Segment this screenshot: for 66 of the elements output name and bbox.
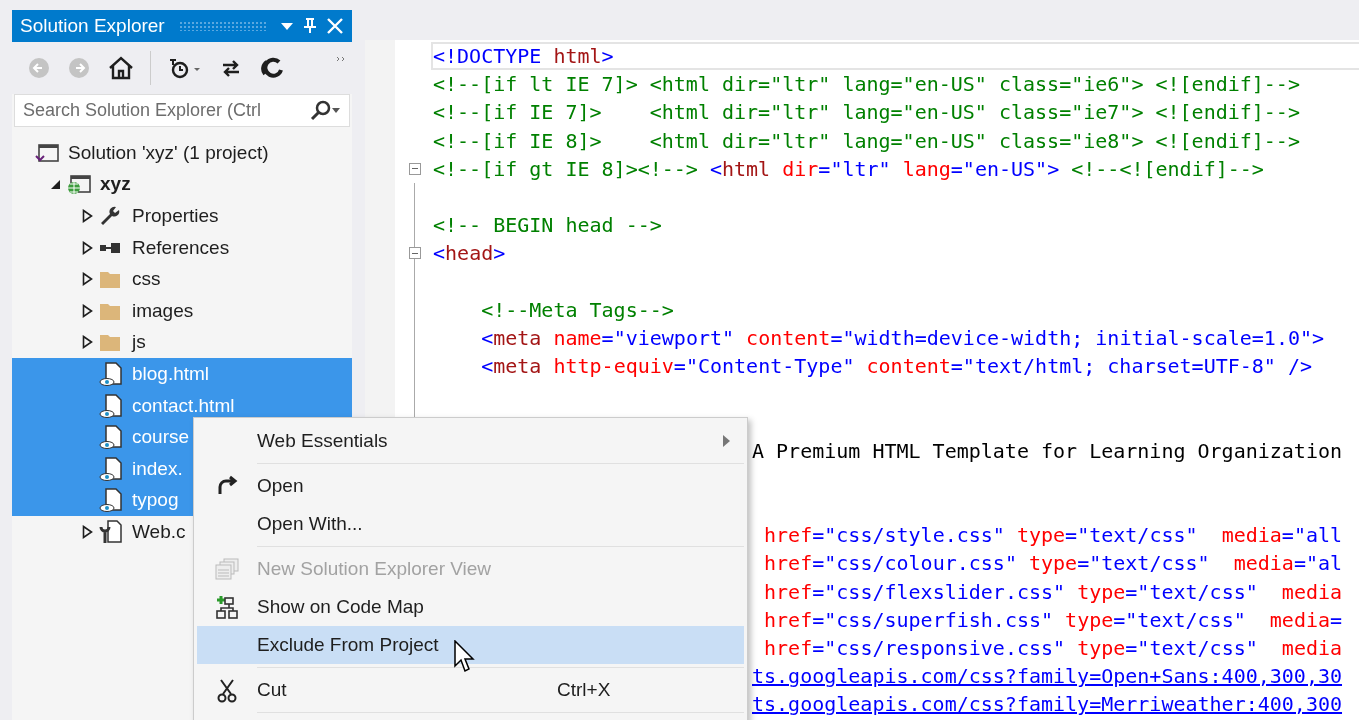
expanded-arrow-icon [49, 178, 61, 190]
code-map-icon [215, 595, 239, 619]
home-icon [108, 56, 134, 80]
tree-item[interactable]: xyz [12, 168, 352, 201]
code-line: <!--[if lt IE 7]> <html dir="ltr" lang="en-US" class="ie6"> <![endif]--> [433, 72, 1300, 97]
tree-item[interactable]: References [12, 231, 352, 264]
code-line: <!--[if gt IE 8]><!--> <html dir="ltr" lang="en-US"> <!--<![endif]--> [433, 156, 1264, 181]
collapse-toggle[interactable] [409, 162, 421, 175]
web-project-icon [66, 173, 92, 196]
menu-item[interactable]: Cut Ctrl+X [197, 671, 744, 709]
scissors-icon [215, 677, 239, 703]
drag-grip[interactable] [178, 21, 266, 31]
html-file-icon [98, 487, 124, 514]
dropdown-icon [331, 106, 343, 115]
menu-item[interactable]: Show on Code Map [197, 588, 744, 626]
code-line: <head> [433, 241, 506, 266]
config-file-icon [98, 518, 124, 545]
close-icon [326, 17, 344, 35]
tree-item[interactable]: images [12, 294, 352, 327]
shortcut-text: Ctrl+X [557, 679, 612, 701]
html-file-icon [98, 424, 124, 451]
windows-icon [215, 557, 239, 581]
code-line: <meta name="viewport" content="width=device-width; initial-scale=1.0"> [480, 325, 1325, 350]
code-line: ts.googleapis.com/css?family=Merriweather:400,300 [752, 692, 1342, 717]
code-line: <!-- BEGIN head --> [433, 213, 662, 238]
dropdown-icon [280, 20, 294, 32]
menu-item[interactable]: Exclude From Project [197, 626, 744, 664]
code-line: href="css/superfish.css" type="text/css" media= [763, 607, 1343, 632]
collapsed-arrow-icon [81, 209, 93, 223]
collapsed-arrow-icon [81, 240, 93, 255]
code-line: <!--Meta Tags--> [480, 297, 674, 322]
code-line: href="css/style.css" type="text/css" media="all [763, 523, 1343, 548]
item-label: xyz [100, 173, 131, 196]
collapsed-arrow-icon [81, 272, 93, 287]
html-file-icon [98, 360, 124, 387]
code-line: <!--[if IE 8]> <html dir="ltr" lang="en-US" class="ie8"> <![endif]--> [433, 128, 1300, 153]
tree-item[interactable]: js [12, 326, 352, 359]
search-icon [309, 99, 331, 122]
tree-item[interactable]: Properties [12, 200, 352, 232]
collapse-toggle[interactable] [409, 247, 421, 260]
history-icon [167, 56, 201, 80]
tree-item[interactable]: Solution 'xyz' (1 project) [12, 137, 352, 169]
overflow-icon [336, 56, 346, 62]
collapsed-arrow-icon [81, 524, 93, 539]
tree-item[interactable]: css [12, 263, 352, 295]
solution-icon [34, 141, 60, 164]
collapsed-arrow-icon [81, 303, 93, 318]
refresh-icon [261, 56, 285, 80]
code-line: href="css/flexslider.css" type="text/css" media [763, 579, 1343, 604]
search-field[interactable]: Search Solution Explorer (Ctrl [14, 94, 350, 127]
code-line: <meta http-equiv="Content-Type" content="text/html; charset=UTF-8" /> [480, 354, 1313, 379]
collapsed-arrow-icon [81, 335, 93, 350]
mouse-pointer-icon [454, 640, 476, 674]
html-file-icon [98, 392, 124, 419]
code-line: href="css/colour.css" type="text/css" media="al [763, 551, 1343, 576]
panel-title: Solution Explorer [20, 15, 165, 37]
back-icon [28, 57, 50, 79]
code-line: ts.googleapis.com/css?family=Open+Sans:400,300,30 [752, 664, 1342, 689]
code-line: href="css/responsive.css" type="text/css" media [763, 636, 1343, 661]
submenu-arrow-icon [722, 434, 731, 448]
code-line: <!--[if IE 7]> <html dir="ltr" lang="en-US" class="ie7"> <![endif]--> [433, 100, 1300, 125]
forward-icon [68, 57, 90, 79]
code-line: A Premium HTML Template for Learning Organization [752, 438, 1342, 463]
code-line: <!DOCTYPE html> [433, 44, 1359, 69]
html-file-icon [98, 455, 124, 482]
pin-icon [302, 17, 318, 35]
